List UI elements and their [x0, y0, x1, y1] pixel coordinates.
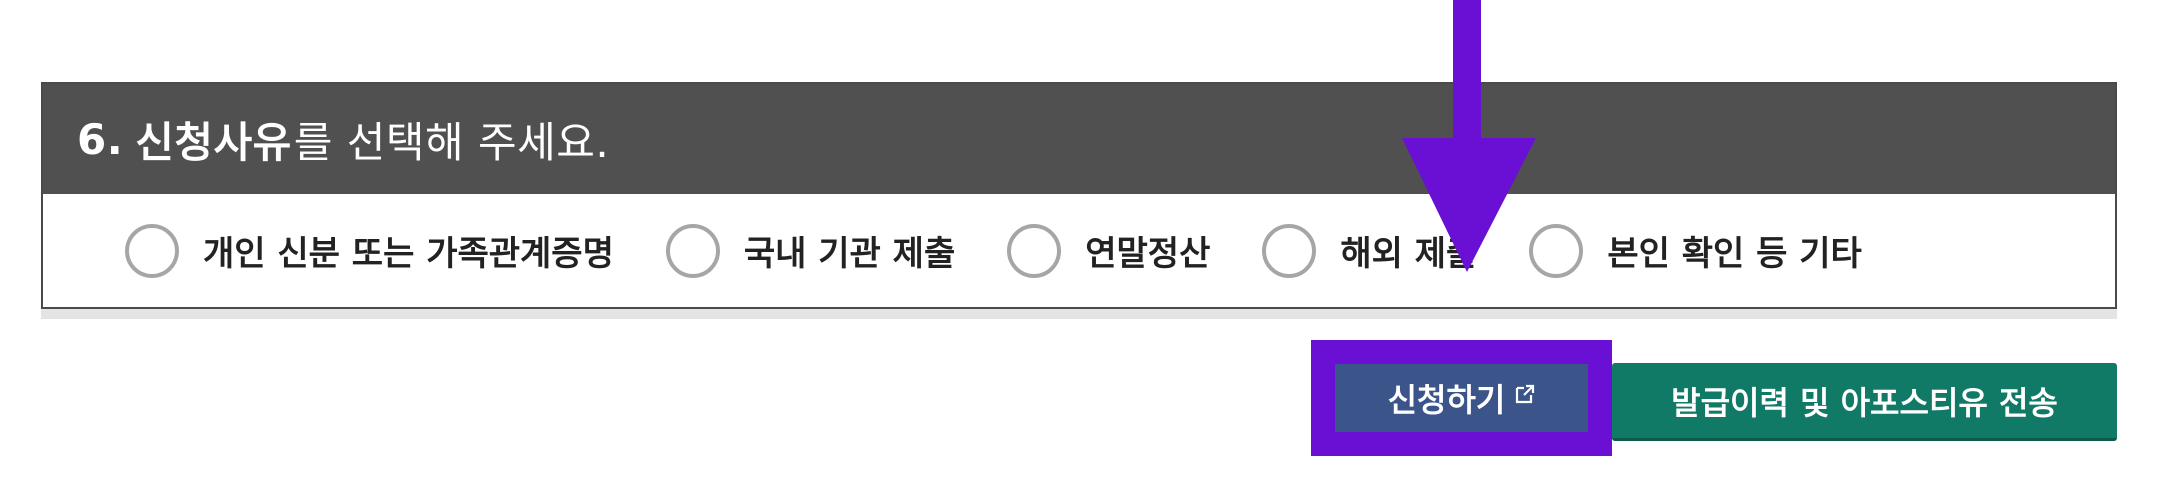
option-label: 개인 신분 또는 가족관계증명 — [203, 234, 614, 274]
history-button-label: 발급이력 및 아포스티유 전송 — [1671, 383, 2058, 422]
option-personal-id[interactable]: 개인 신분 또는 가족관계증명 — [125, 223, 614, 278]
radio-button[interactable] — [1529, 223, 1584, 278]
section-number: 6. — [77, 114, 124, 164]
panel-shadow — [41, 309, 2117, 319]
radio-button[interactable] — [1007, 223, 1062, 278]
option-year-end-tax[interactable]: 연말정산 — [1007, 223, 1211, 278]
option-other[interactable]: 본인 확인 등 기타 — [1529, 223, 1862, 278]
option-label: 국내 기관 제출 — [743, 234, 956, 274]
external-link-icon — [1516, 384, 1535, 404]
section-keyword: 신청사유 — [135, 117, 292, 167]
reason-section: 6. 신청사유 를 선택해 주세요. 개인 신분 또는 가족관계증명 국내 기관… — [41, 82, 2117, 309]
history-apostille-button[interactable]: 발급이력 및 아포스티유 전송 — [1612, 363, 2117, 441]
option-label: 연말정산 — [1085, 234, 1211, 274]
radio-button[interactable] — [1262, 223, 1317, 278]
section-header: 6. 신청사유 를 선택해 주세요. — [43, 84, 2115, 194]
option-overseas[interactable]: 해외 제출 — [1262, 223, 1478, 278]
option-label: 본인 확인 등 기타 — [1607, 234, 1862, 274]
option-domestic-agency[interactable]: 국내 기관 제출 — [665, 223, 956, 278]
option-label: 해외 제출 — [1340, 234, 1478, 274]
radio-button[interactable] — [125, 223, 179, 278]
section-title-rest: 를 선택해 주세요. — [293, 117, 610, 167]
radio-button[interactable] — [665, 223, 720, 278]
reason-options: 개인 신분 또는 가족관계증명 국내 기관 제출 연말정산 해외 제출 본인 확… — [43, 194, 2115, 307]
apply-button[interactable]: 신청하기 — [1335, 364, 1588, 432]
apply-button-label: 신청하기 — [1387, 381, 1506, 419]
page: 6. 신청사유 를 선택해 주세요. 개인 신분 또는 가족관계증명 국내 기관… — [0, 0, 2164, 492]
